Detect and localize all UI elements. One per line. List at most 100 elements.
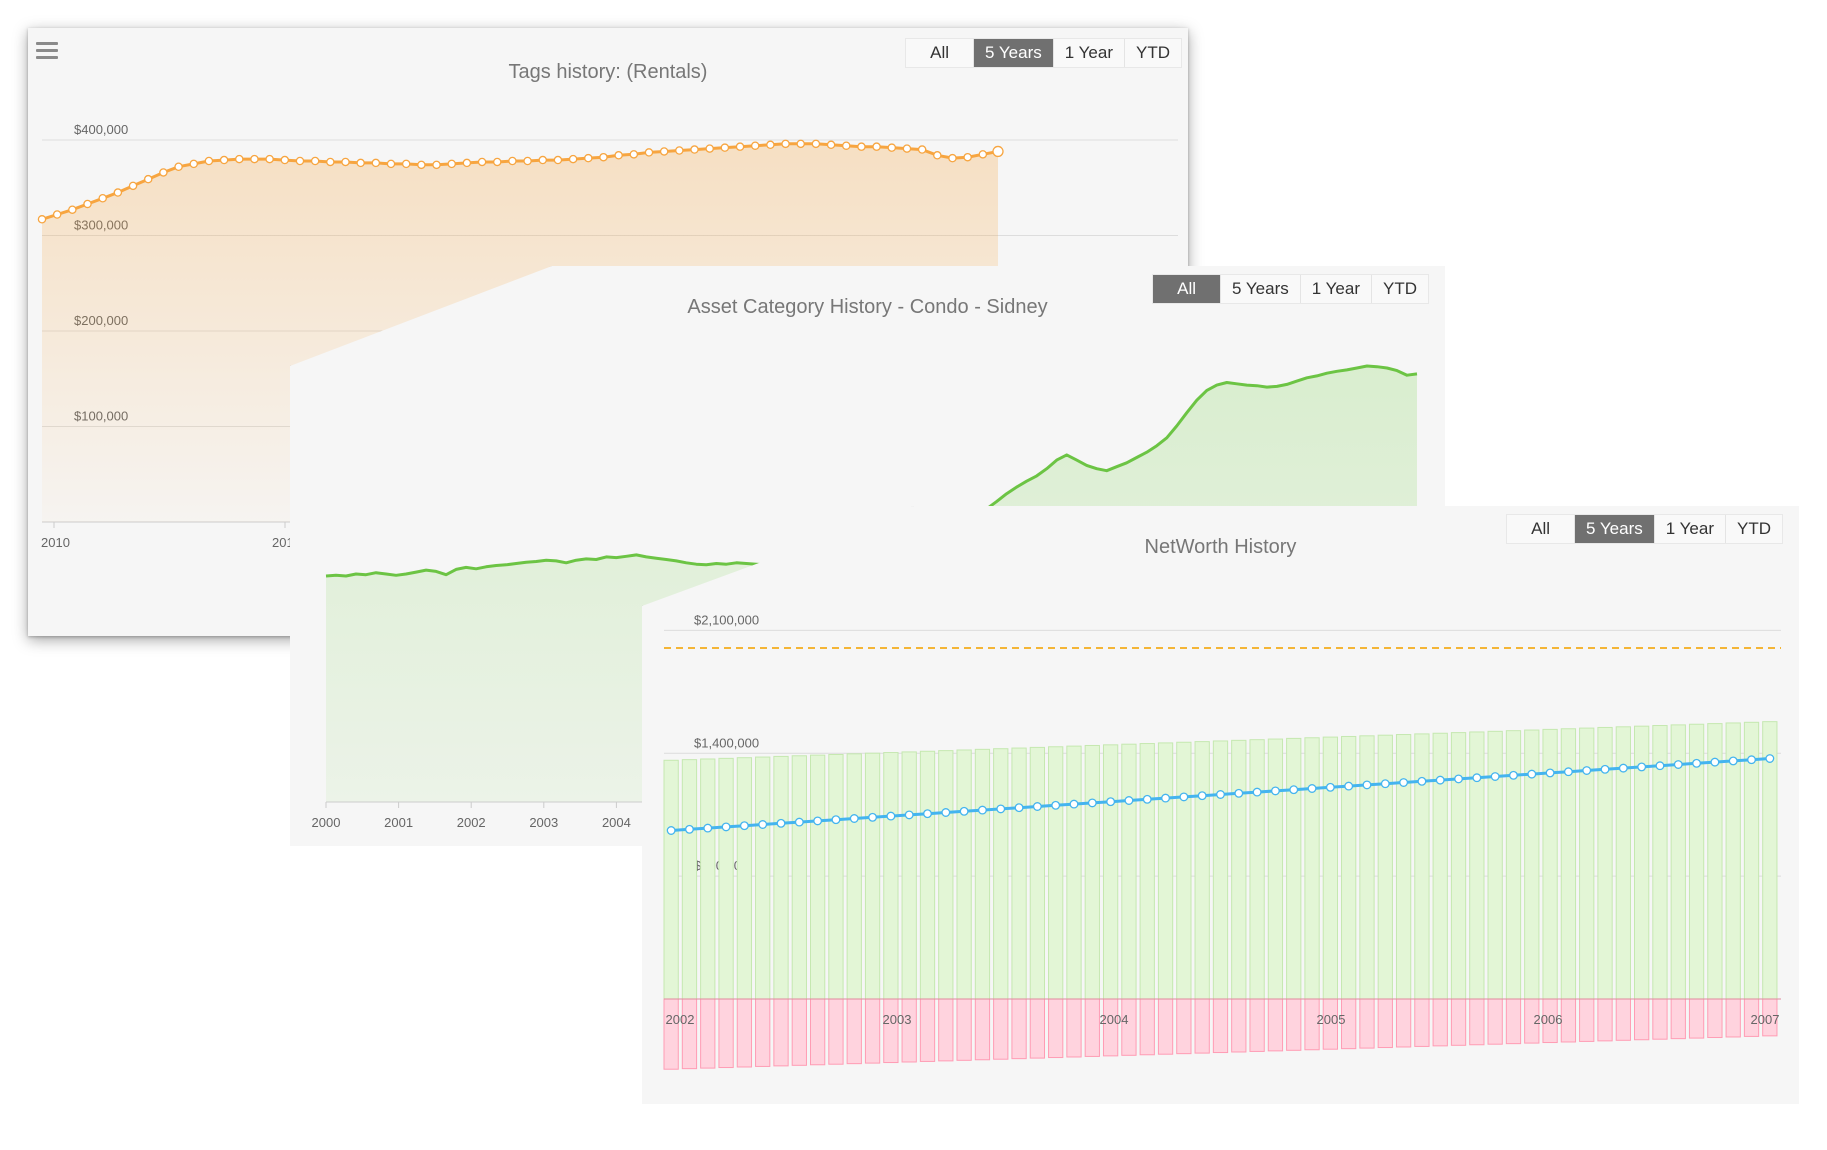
asset-bar [883,752,899,1000]
networth-point [1380,779,1390,789]
asset-bar [1121,743,1137,1000]
data-point [356,158,365,168]
liability-bar [1469,998,1485,1046]
data-point [705,144,714,153]
x-tick-label: 2004 [1100,1012,1129,1027]
data-point [250,154,259,164]
networth-point [1728,756,1738,766]
asset-bar [1048,746,1064,1000]
asset-bar [993,748,1009,1000]
networth-point [776,818,786,828]
data-point [887,143,897,152]
liability-bar [1359,998,1375,1049]
liability-bar [1652,998,1668,1040]
data-point [265,154,274,164]
networth-point [977,805,987,815]
networth-point [666,826,676,835]
asset-bar [1286,737,1302,1000]
networth-point [721,822,731,832]
data-point [310,156,320,166]
liability-bar [773,998,789,1067]
asset-bar [1084,744,1100,1000]
asset-bar [1267,738,1284,1000]
data-point [842,141,851,150]
data-point [826,140,836,150]
networth-point [1344,781,1354,791]
networth-point [1472,773,1482,783]
networth-point [1545,768,1555,778]
networth-point [813,816,823,826]
liability-bar [1139,998,1155,1056]
asset-bar [1414,733,1430,1000]
networth-point [831,815,841,825]
data-point [933,151,942,160]
asset-bar [681,759,698,1000]
data-point [204,156,214,166]
data-point [492,157,502,167]
asset-bar [1029,746,1046,1000]
data-point [432,160,441,170]
networth-point [1618,763,1628,773]
liability-bar [700,998,716,1069]
networth-point [1087,798,1097,808]
networth-plot-area: $2,100,000$1,400,000$700,000200220032004… [663,612,1781,1070]
data-point [963,152,972,162]
data-point [538,155,548,165]
liability-bar [1560,998,1577,1043]
data-point [659,147,669,156]
data-point [902,144,912,153]
asset-bar [736,757,753,1000]
data-point [917,145,927,154]
liability-bar [1414,998,1430,1047]
data-point [189,159,198,169]
liability-bar [1688,998,1705,1039]
networth-point [849,814,859,823]
liability-bar [1267,998,1284,1052]
networth-point [1435,775,1445,785]
networth-point [758,820,768,829]
networth-chart: NetWorth History All 5 Years 1 Year YTD … [642,506,1799,1104]
asset-bar [1176,741,1192,1000]
liability-bar [828,998,844,1065]
data-point [811,139,821,149]
networth-point [1417,776,1427,786]
data-point [113,188,123,197]
data-point [781,139,790,149]
x-tick-label: 2004 [602,815,631,830]
liability-bar [846,998,862,1065]
asset-bar [809,754,826,1000]
networth-point [794,817,804,827]
liability-bar [663,998,679,1070]
data-point [371,158,381,168]
asset-bar [1304,737,1320,1000]
asset-bar [773,755,789,1000]
asset-bar [1011,747,1027,1000]
y-tick-label: $1,400,000 [694,735,759,750]
asset-bar [864,752,881,1000]
asset-bar [791,755,807,1000]
asset-bar [700,758,716,1000]
data-point [462,158,472,168]
asset-bar [1322,736,1338,1000]
liability-bar [1121,998,1137,1056]
networth-point [1692,758,1702,768]
networth-point [1014,803,1024,813]
data-point [280,155,290,165]
networth-point [923,809,932,819]
networth-point [1289,785,1299,795]
liability-bar [1176,998,1192,1055]
liability-bar [1231,998,1247,1053]
x-tick-label: 2005 [1317,1012,1346,1027]
data-point [872,142,881,151]
networth-point [1270,786,1280,796]
liability-bar [1634,998,1650,1041]
networth-point [1637,762,1647,772]
networth-point [1179,792,1189,802]
liability-bar [1194,998,1210,1054]
asset-bar [1432,732,1448,1000]
networth-point [1216,790,1225,799]
asset-bar [1762,721,1778,1000]
x-tick-label: 2001 [384,815,413,830]
data-point [326,157,335,167]
networth-point [1124,796,1134,805]
